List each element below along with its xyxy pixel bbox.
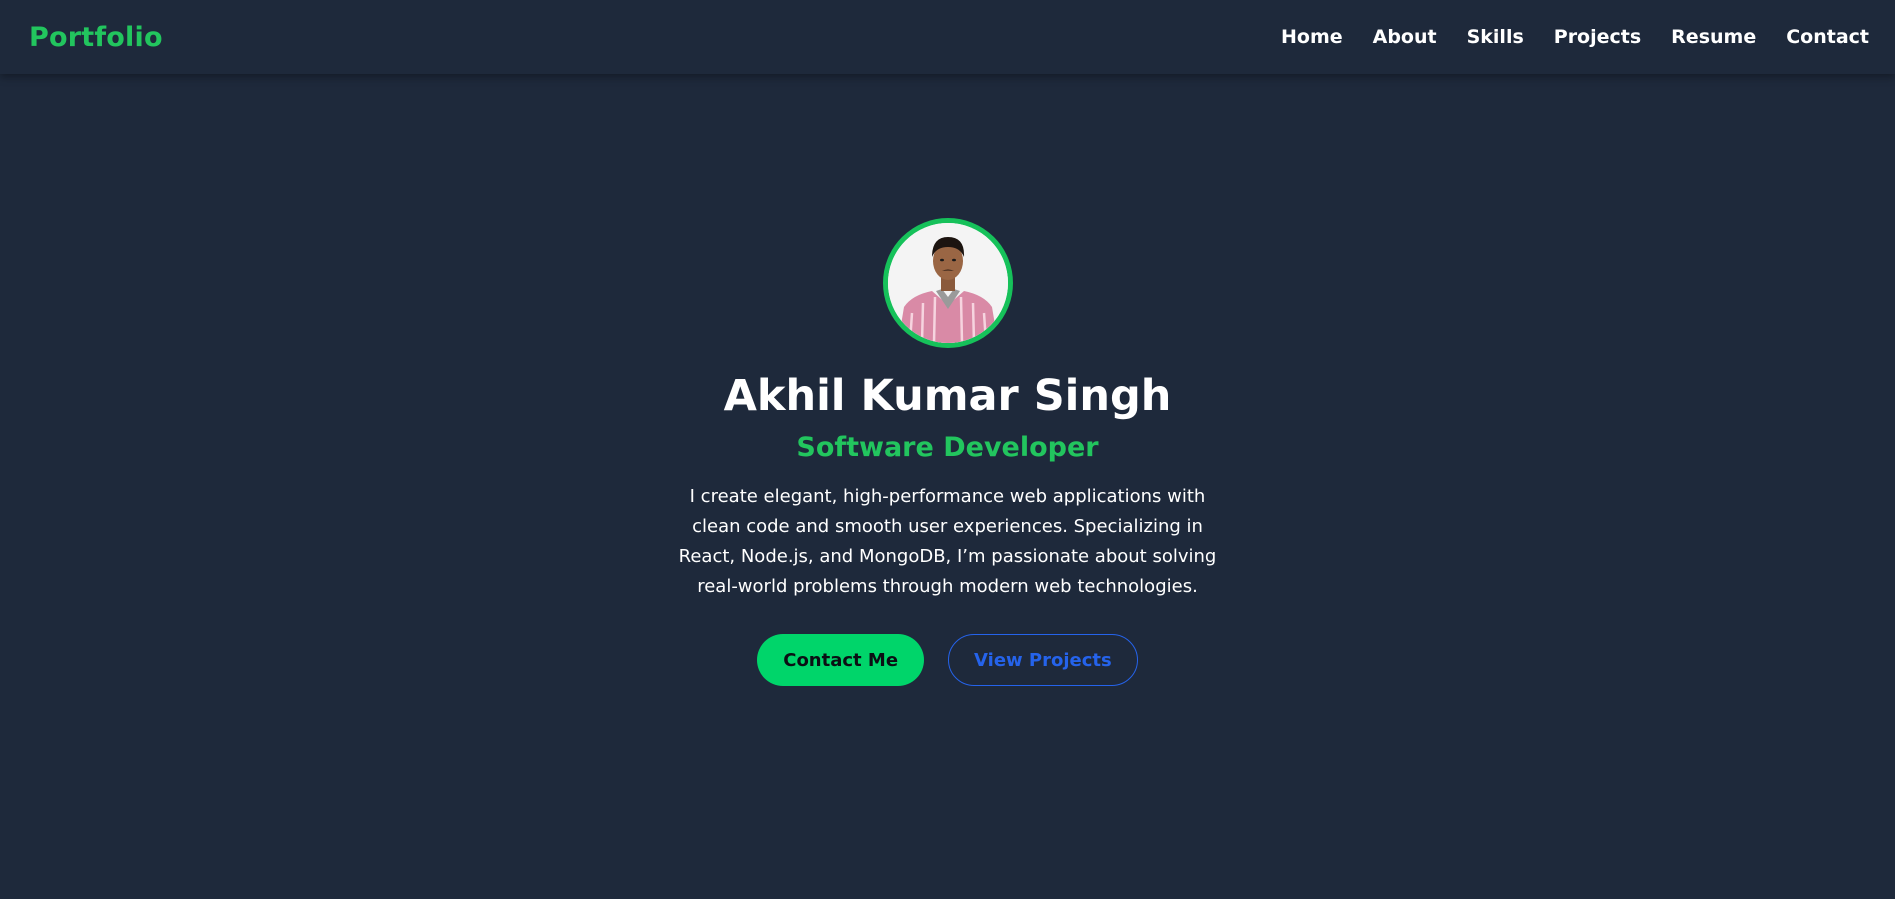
nav-link-projects[interactable]: Projects	[1554, 26, 1641, 48]
nav-links: Home About Skills Projects Resume Contac…	[1281, 26, 1869, 48]
nav-link-skills[interactable]: Skills	[1467, 26, 1524, 48]
nav-link-resume[interactable]: Resume	[1671, 26, 1756, 48]
brand-logo[interactable]: Portfolio	[29, 22, 163, 53]
nav-link-home[interactable]: Home	[1281, 26, 1343, 48]
hero-role: Software Developer	[796, 432, 1099, 463]
top-navbar: Portfolio Home About Skills Projects Res…	[0, 0, 1895, 74]
nav-link-contact[interactable]: Contact	[1786, 26, 1869, 48]
contact-me-button[interactable]: Contact Me	[757, 634, 925, 686]
hero-bio: I create elegant, high-performance web a…	[678, 486, 1217, 597]
nav-link-about[interactable]: About	[1373, 26, 1437, 48]
profile-photo-icon	[887, 223, 1008, 343]
hero-section: Akhil Kumar Singh Software Developer I c…	[0, 74, 1895, 899]
hero-actions: Contact Me View Projects	[757, 634, 1138, 686]
hero-name: Akhil Kumar Singh	[723, 371, 1172, 421]
view-projects-button[interactable]: View Projects	[948, 634, 1138, 686]
profile-avatar	[882, 218, 1013, 348]
